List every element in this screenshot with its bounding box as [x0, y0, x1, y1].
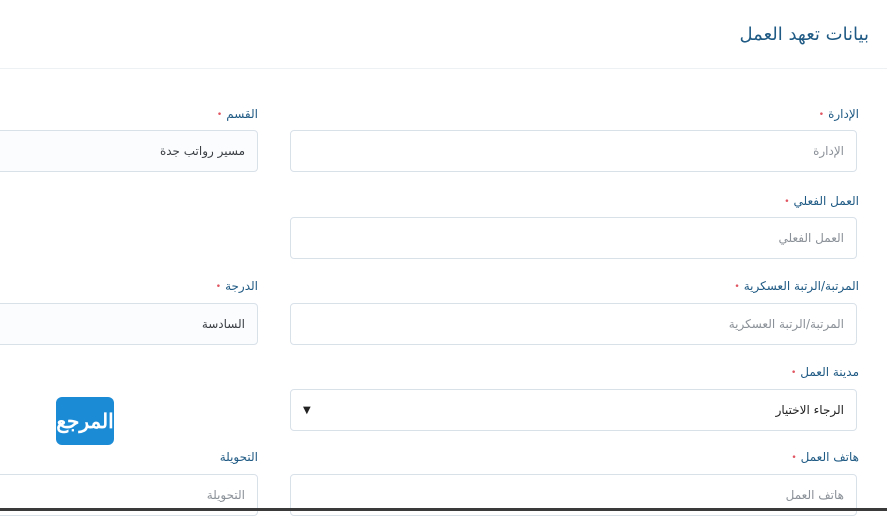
work-city-selected: الرجاء الاختيار — [775, 403, 844, 417]
rank-label-text: المرتبة/الرتبة العسكرية — [743, 279, 859, 293]
header-divider — [0, 68, 887, 69]
department-label: الإدارة• — [819, 107, 859, 121]
watermark-logo: المرجع — [56, 397, 114, 445]
grade-field[interactable]: السادسة — [0, 303, 258, 345]
extension-placeholder: التحويلة — [206, 488, 245, 502]
rank-label: المرتبة/الرتبة العسكرية• — [734, 279, 859, 293]
section-label-text: القسم — [226, 107, 258, 121]
rank-field[interactable]: المرتبة/الرتبة العسكرية — [290, 303, 857, 345]
department-field[interactable]: الإدارة — [290, 130, 857, 172]
required-marker: • — [818, 109, 825, 120]
extension-label-text: التحويلة — [219, 450, 258, 464]
chevron-down-icon[interactable]: ▼ — [303, 405, 311, 416]
actual-work-field[interactable]: العمل الفعلي — [290, 217, 857, 259]
department-label-text: الإدارة — [828, 107, 859, 121]
page-title: بيانات تعهد العمل — [739, 24, 869, 45]
work-city-label-text: مدينة العمل — [800, 365, 859, 379]
watermark-text: المرجع — [56, 409, 114, 433]
work-phone-label: هاتف العمل• — [791, 450, 859, 464]
actual-work-placeholder: العمل الفعلي — [778, 231, 844, 245]
work-city-label: مدينة العمل• — [791, 365, 859, 379]
grade-value: السادسة — [201, 317, 245, 331]
required-marker: • — [784, 196, 790, 207]
work-city-select[interactable]: الرجاء الاختيار ▼ — [290, 389, 857, 431]
section-field[interactable]: مسير رواتب جدة — [0, 130, 258, 172]
department-placeholder: الإدارة — [813, 144, 844, 158]
rank-placeholder: المرتبة/الرتبة العسكرية — [728, 317, 844, 331]
work-phone-label-text: هاتف العمل — [800, 450, 859, 464]
section-label: القسم• — [217, 107, 258, 121]
required-marker: • — [734, 281, 740, 292]
grade-label-text: الدرجة — [225, 279, 258, 293]
required-marker: • — [215, 281, 222, 292]
grade-label: الدرجة• — [216, 279, 258, 293]
section-value: مسير رواتب جدة — [159, 144, 245, 158]
actual-work-label-text: العمل الفعلي — [793, 194, 859, 208]
required-marker: • — [791, 452, 797, 463]
required-marker: • — [790, 367, 797, 378]
extension-label: التحويلة — [220, 450, 258, 464]
actual-work-label: العمل الفعلي• — [784, 194, 859, 208]
required-marker: • — [216, 109, 223, 120]
work-phone-placeholder: هاتف العمل — [785, 488, 844, 502]
